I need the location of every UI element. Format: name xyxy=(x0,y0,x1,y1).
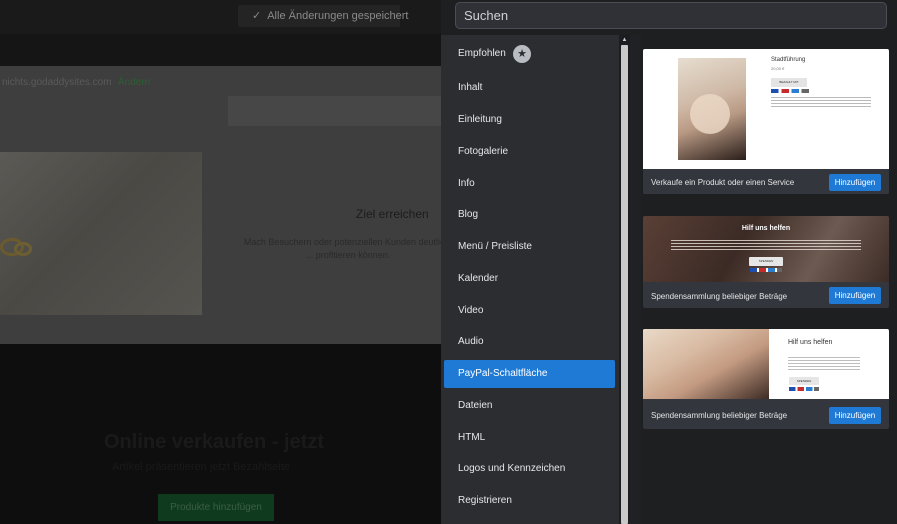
preview-photo-detail xyxy=(690,94,730,134)
preview-description xyxy=(788,357,860,371)
preview-title: Hilf uns helfen xyxy=(741,225,791,232)
change-domain-link[interactable]: Ändern xyxy=(118,77,150,88)
goal-heading: Ziel erreichen xyxy=(356,207,429,221)
category-paypal-schaltflaeche[interactable]: PayPal-Schaltfläche xyxy=(444,360,615,388)
category-label: Dateien xyxy=(458,400,493,411)
category-label: Audio xyxy=(458,336,484,347)
add-products-button[interactable]: Produkte hinzufügen xyxy=(158,494,274,521)
category-audio[interactable]: Audio xyxy=(444,328,615,356)
domain-bar xyxy=(0,34,441,66)
layout-tile-sell-product[interactable]: Stadtführung 20,00 € BEZAHLT MIT Verkauf… xyxy=(643,49,889,194)
site-domain: nichts.godaddysites.com xyxy=(2,77,112,88)
scrollbar-thumb[interactable] xyxy=(621,45,628,524)
preview-description xyxy=(771,97,871,107)
panel-divider xyxy=(630,35,641,524)
category-list: Empfohlen ★ Inhalt Einleitung Fotogalerie… xyxy=(441,35,619,524)
paypal-button-preview: SPENDEN xyxy=(789,377,819,385)
card-logos-icon xyxy=(771,89,809,93)
tile-caption: Spendensammlung beliebiger Beträge xyxy=(651,292,788,301)
category-info[interactable]: Info xyxy=(444,170,615,198)
category-menu-preisliste[interactable]: Menü / Preisliste xyxy=(444,233,615,261)
category-label: Menü / Preisliste xyxy=(458,241,532,252)
paypal-button-preview: SPENDEN xyxy=(749,257,783,266)
category-html[interactable]: HTML xyxy=(444,424,615,452)
star-icon: ★ xyxy=(513,45,531,63)
category-video[interactable]: Video xyxy=(444,297,615,325)
sell-heading: Online verkaufen - jetzt xyxy=(104,431,325,453)
category-einleitung[interactable]: Einleitung xyxy=(444,106,615,134)
preview-price: 20,00 € xyxy=(771,66,785,71)
tile-preview: Stadtführung 20,00 € BEZAHLT MIT xyxy=(643,49,889,169)
add-button[interactable]: Hinzufügen xyxy=(829,287,881,304)
category-label: Fotogalerie xyxy=(458,146,509,157)
category-kalender[interactable]: Kalender xyxy=(444,265,615,293)
scroll-up-arrow-icon[interactable]: ▲ xyxy=(621,37,628,43)
card-logos-icon xyxy=(789,387,819,391)
category-label: Blog xyxy=(458,209,479,220)
editor-canvas: ✓ Alle Änderungen gespeichert nichts.goda… xyxy=(0,0,441,524)
goal-description: Mach Besuchern oder potenziellen Kunden … xyxy=(243,237,441,260)
category-registrieren[interactable]: Registrieren xyxy=(444,487,615,515)
category-label: HTML xyxy=(458,432,486,443)
category-label: Video xyxy=(458,305,484,316)
saved-status: ✓ Alle Änderungen gespeichert xyxy=(238,5,408,27)
category-scrollbar[interactable]: ▲ xyxy=(619,35,630,524)
category-empfohlen[interactable]: Empfohlen ★ xyxy=(444,40,615,68)
category-label: Empfohlen xyxy=(458,48,506,59)
check-icon: ✓ xyxy=(252,10,262,22)
layout-tile-donation-banner[interactable]: Hilf uns helfen SPENDEN Spendensammlung … xyxy=(643,216,889,308)
category-fotogalerie[interactable]: Fotogalerie xyxy=(444,138,615,166)
category-label: Einleitung xyxy=(458,114,502,125)
section-band xyxy=(228,96,441,126)
saved-status-label: Alle Änderungen gespeichert xyxy=(267,10,409,22)
category-label: PayPal-Schaltfläche xyxy=(458,368,548,379)
category-label: Inhalt xyxy=(458,82,483,93)
add-section-panel: Empfohlen ★ Inhalt Einleitung Fotogalerie… xyxy=(441,0,897,524)
tile-preview: Hilf uns helfen SPENDEN xyxy=(643,329,889,399)
wedding-rings-photo xyxy=(0,152,202,315)
category-logos-und-kennzeichen[interactable]: Logos und Kennzeichen xyxy=(444,455,615,483)
search-input[interactable] xyxy=(455,2,887,29)
category-label: Logos und Kennzeichen xyxy=(458,463,566,474)
category-inhalt[interactable]: Inhalt xyxy=(444,74,615,102)
preview-photo xyxy=(678,58,746,160)
add-button[interactable]: Hinzufügen xyxy=(829,174,881,191)
ring-shape xyxy=(14,242,32,256)
preview-title: Stadtführung xyxy=(771,57,806,63)
tile-preview: Hilf uns helfen SPENDEN xyxy=(643,216,889,282)
tile-caption: Spendensammlung beliebiger Beträge xyxy=(651,411,788,420)
category-label: Registrieren xyxy=(458,495,512,506)
tile-caption: Verkaufe ein Produkt oder einen Service xyxy=(651,178,795,187)
category-dateien[interactable]: Dateien xyxy=(444,392,615,420)
layout-tile-donation-split[interactable]: Hilf uns helfen SPENDEN Spendensammlung … xyxy=(643,329,889,429)
add-button[interactable]: Hinzufügen xyxy=(829,407,881,424)
category-label: Kalender xyxy=(458,273,499,284)
preview-photo xyxy=(643,329,769,399)
preview-title: Hilf uns helfen xyxy=(788,339,833,346)
category-blog[interactable]: Blog xyxy=(444,201,615,229)
paypal-button-preview: BEZAHLT MIT xyxy=(771,78,807,87)
sell-subheading: Artikel präsentieren jetzt Bezahlseite xyxy=(112,461,290,473)
preview-description xyxy=(671,240,861,250)
category-label: Info xyxy=(458,178,475,189)
card-logos-icon xyxy=(750,268,782,272)
